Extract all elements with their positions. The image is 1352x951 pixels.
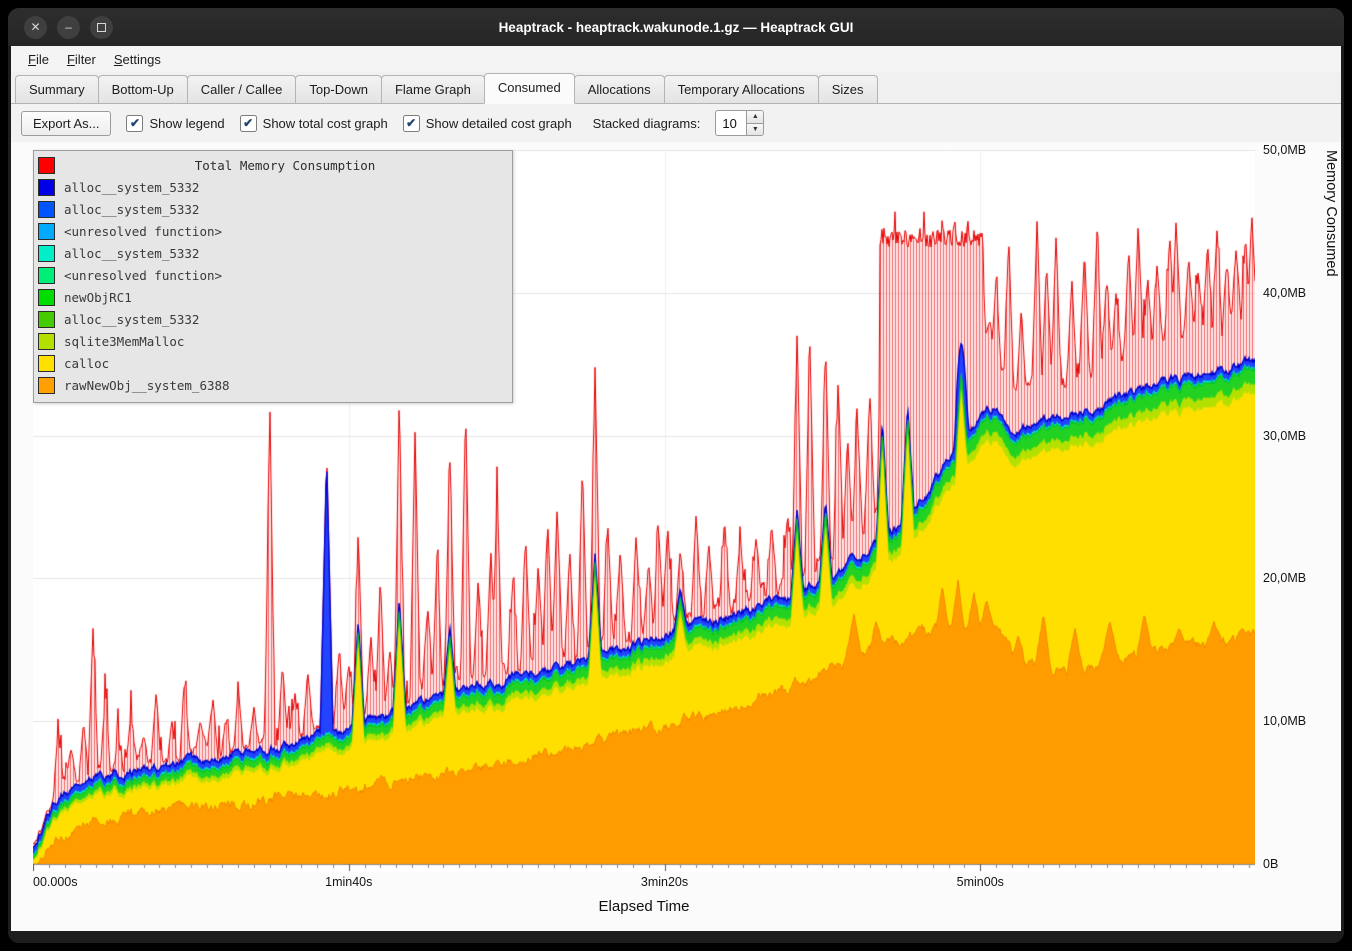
x-tick-label: 3min20s [641,875,688,889]
tab-allocations[interactable]: Allocations [574,75,665,103]
menu-filter[interactable]: Filter [58,48,105,71]
legend-label: <unresolved function> [64,268,222,283]
y-axis-title: Memory Consumed [1323,150,1339,864]
app-body: FileFilterSettings SummaryBottom-UpCalle… [11,46,1341,931]
show-total-cost-label: Show total cost graph [263,116,388,131]
chart-legend: Total Memory Consumption alloc__system_53… [33,150,513,403]
x-tick-label: 5min00s [957,875,1004,889]
spin-down-button[interactable]: ▼ [747,124,763,136]
x-axis-title: Elapsed Time [33,898,1255,915]
stacked-diagrams-spinbox[interactable]: 10 ▲ ▼ [715,110,764,136]
tab-bottom-up[interactable]: Bottom-Up [98,75,188,103]
legend-item: alloc__system_5332 [38,242,506,264]
y-tick-label: 30,0MB [1263,429,1306,443]
window-controls: ✕ – [24,16,113,39]
legend-item: alloc__system_5332 [38,308,506,330]
tab-consumed[interactable]: Consumed [484,73,575,104]
stacked-diagrams-label: Stacked diagrams: [593,116,701,131]
legend-label: alloc__system_5332 [64,180,199,195]
x-tick-label: 1min40s [325,875,372,889]
legend-swatch [38,179,55,196]
x-tick-label: 00.000s [33,875,77,889]
legend-label: newObjRC1 [64,290,132,305]
checkbox-check-icon: ✔ [240,115,257,132]
legend-swatch [38,201,55,218]
legend-title-row: Total Memory Consumption [38,154,506,176]
legend-label: sqlite3MemMalloc [64,334,184,349]
show-detailed-cost-label: Show detailed cost graph [426,116,572,131]
show-legend-checkbox[interactable]: ✔ Show legend [126,115,224,132]
maximize-icon [97,23,106,32]
legend-swatch [38,377,55,394]
legend-swatch [38,333,55,350]
legend-swatch [38,223,55,240]
tab-top-down[interactable]: Top-Down [295,75,382,103]
spin-up-button[interactable]: ▲ [747,111,763,124]
legend-swatch [38,289,55,306]
legend-item: calloc [38,352,506,374]
y-tick-label: 50,0MB [1263,143,1306,157]
legend-title: Total Memory Consumption [64,158,506,173]
legend-label: alloc__system_5332 [64,312,199,327]
legend-item: newObjRC1 [38,286,506,308]
minimize-icon: – [65,21,72,33]
legend-item: alloc__system_5332 [38,176,506,198]
legend-label: alloc__system_5332 [64,202,199,217]
tab-sizes[interactable]: Sizes [818,75,878,103]
legend-item: rawNewObj__system_6388 [38,374,506,396]
legend-label: alloc__system_5332 [64,246,199,261]
export-as-button[interactable]: Export As... [21,111,111,136]
legend-swatch [38,157,55,174]
checkbox-check-icon: ✔ [403,115,420,132]
menubar: FileFilterSettings [11,46,1341,72]
y-tick-label: 20,0MB [1263,571,1306,585]
legend-label: <unresolved function> [64,224,222,239]
legend-swatch [38,311,55,328]
maximize-button[interactable] [90,16,113,39]
window-bottom-frame [8,931,1344,943]
legend-item: <unresolved function> [38,264,506,286]
legend-item: sqlite3MemMalloc [38,330,506,352]
show-detailed-cost-checkbox[interactable]: ✔ Show detailed cost graph [403,115,572,132]
tab-caller-callee[interactable]: Caller / Callee [187,75,297,103]
y-tick-label: 10,0MB [1263,714,1306,728]
show-legend-label: Show legend [149,116,224,131]
legend-item: alloc__system_5332 [38,198,506,220]
menu-file[interactable]: File [19,48,58,71]
legend-label: calloc [64,356,109,371]
y-tick-label: 40,0MB [1263,286,1306,300]
window-title: Heaptrack - heaptrack.wakunode.1.gz — He… [8,20,1344,35]
stacked-diagrams-value: 10 [716,111,746,135]
titlebar: ✕ – Heaptrack - heaptrack.wakunode.1.gz … [8,8,1344,46]
y-tick-label: 0B [1263,857,1278,871]
toolbar: Export As... ✔ Show legend ✔ Show total … [11,104,1341,142]
close-icon: ✕ [30,21,40,33]
close-button[interactable]: ✕ [24,16,47,39]
legend-item: <unresolved function> [38,220,506,242]
checkbox-check-icon: ✔ [126,115,143,132]
tab-temporary-allocations[interactable]: Temporary Allocations [664,75,819,103]
app-window: ✕ – Heaptrack - heaptrack.wakunode.1.gz … [8,8,1344,943]
menu-settings[interactable]: Settings [105,48,170,71]
spinner-buttons: ▲ ▼ [746,111,763,135]
minimize-button[interactable]: – [57,16,80,39]
legend-swatch [38,267,55,284]
legend-swatch [38,245,55,262]
tab-flame-graph[interactable]: Flame Graph [381,75,485,103]
legend-swatch [38,355,55,372]
chart-area: Total Memory Consumption alloc__system_53… [11,142,1341,931]
tab-bar: SummaryBottom-UpCaller / CalleeTop-DownF… [11,72,1341,104]
show-total-cost-checkbox[interactable]: ✔ Show total cost graph [240,115,388,132]
legend-label: rawNewObj__system_6388 [64,378,230,393]
tab-summary[interactable]: Summary [15,75,99,103]
